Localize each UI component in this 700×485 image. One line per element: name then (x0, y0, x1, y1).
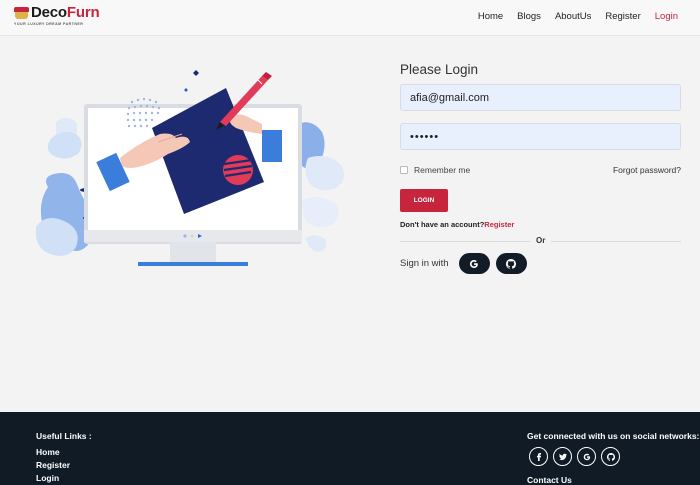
google-icon (470, 259, 478, 268)
nav-register[interactable]: Register (605, 11, 640, 22)
google-signin-button[interactable] (458, 253, 490, 274)
divider-line-right (551, 241, 681, 242)
brand-name-part1: Deco (31, 4, 67, 21)
navbar: DecoFurn YOUR LUXURY DREAM PARTNER Home … (0, 0, 700, 36)
signin-with-label: Sign in with (400, 258, 449, 269)
login-illustration (35, 62, 356, 272)
email-field[interactable]: afia@gmail.com (400, 84, 681, 111)
twitter-icon (558, 453, 567, 460)
sofa-icon (14, 7, 29, 20)
brand-name: DecoFurn (31, 4, 100, 21)
login-options: Remember me Forgot password? (400, 164, 681, 176)
register-prompt: Don't have an account?Register (400, 220, 681, 229)
social-signin: Sign in with (400, 253, 681, 274)
brand-tagline: YOUR LUXURY DREAM PARTNER (14, 22, 84, 26)
brand-logo[interactable]: DecoFurn YOUR LUXURY DREAM PARTNER (14, 4, 100, 29)
remember-checkbox[interactable] (400, 166, 408, 174)
or-text: Or (536, 236, 546, 245)
nav-login[interactable]: Login (655, 11, 678, 22)
nav-aboutus[interactable]: AboutUs (555, 11, 591, 22)
facebook-icon (536, 452, 541, 461)
github-icon (506, 258, 517, 269)
footer-useful-links: Useful Links : Home Register Login (36, 431, 92, 485)
login-button[interactable]: LOGIN (400, 189, 448, 212)
footer-social-icons (529, 447, 699, 466)
login-title: Please Login (400, 62, 479, 77)
register-link[interactable]: Register (484, 220, 514, 229)
login-form: Please Login afia@gmail.com •••••• Remem… (400, 62, 681, 274)
password-field[interactable]: •••••• (400, 123, 681, 150)
google-link[interactable] (577, 447, 596, 466)
footer: Useful Links : Home Register Login Get c… (0, 412, 700, 485)
remember-me[interactable]: Remember me (400, 165, 470, 175)
footer-links-title: Useful Links : (36, 431, 92, 441)
footer-social-title: Get connected with us on social networks… (527, 431, 700, 441)
divider-line-left (400, 241, 530, 242)
nav-links: Home Blogs AboutUs Register Login (464, 11, 678, 22)
footer-link-home[interactable]: Home (36, 447, 92, 460)
remember-label: Remember me (414, 165, 471, 175)
footer-link-login[interactable]: Login (36, 473, 92, 485)
forgot-password-link[interactable]: Forgot password? (613, 165, 681, 175)
twitter-link[interactable] (553, 447, 572, 466)
github-link[interactable] (601, 447, 620, 466)
footer-social: Get connected with us on social networks… (527, 431, 699, 485)
nav-home[interactable]: Home (478, 11, 503, 22)
brand-name-part2: Furn (66, 4, 100, 21)
github-signin-button[interactable] (495, 253, 527, 274)
or-divider: Or (400, 236, 681, 246)
no-account-text: Don't have an account? (400, 220, 485, 229)
footer-contact-title: Contact Us (527, 475, 572, 485)
nav-blogs[interactable]: Blogs (517, 11, 541, 22)
google-icon (583, 453, 590, 460)
footer-link-register[interactable]: Register (36, 460, 92, 473)
facebook-link[interactable] (529, 447, 548, 466)
github-icon (606, 452, 615, 461)
